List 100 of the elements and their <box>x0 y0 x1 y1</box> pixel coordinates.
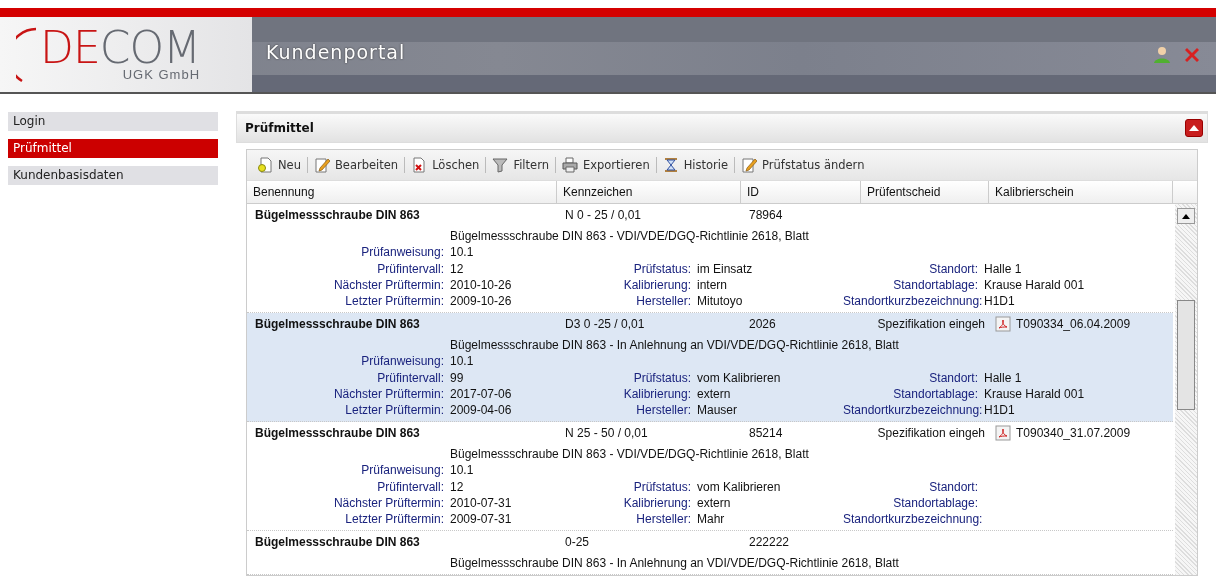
file-link[interactable]: T090340_31.07.2009 <box>1016 426 1131 440</box>
field-label: Nächster Prüftermin: <box>332 277 444 293</box>
toolbar-button[interactable]: Bearbeiten <box>309 157 403 173</box>
field-label: Prüfanweisung: <box>360 462 444 478</box>
field-value: 10.1 <box>450 462 475 478</box>
pdf-icon[interactable] <box>995 316 1011 332</box>
field-value: 12 <box>450 261 465 277</box>
table-cell-text: 85214 <box>748 426 784 440</box>
column-header[interactable]: Kennzeichen <box>557 181 741 203</box>
table-cell-text: Bügelmessschraube DIN 863 <box>254 426 421 440</box>
field-value: vom Kalibrieren <box>697 370 782 386</box>
field-label: Standortablage: <box>892 386 978 402</box>
field-value: 10.1 <box>450 353 475 369</box>
printer-icon <box>561 157 578 173</box>
scrollbar[interactable] <box>1175 204 1197 575</box>
brand-subtitle: UGK GmbH <box>122 67 200 82</box>
record-row[interactable] <box>247 422 1173 531</box>
field-label: Kalibrierung: <box>622 277 691 293</box>
pencil-document-icon <box>741 157 758 173</box>
sidebar-item[interactable]: Login <box>8 112 218 131</box>
table-cell-text: 222222 <box>748 535 791 549</box>
field-value: H1D1 <box>984 293 1016 309</box>
scroll-thumb[interactable] <box>1177 300 1195 410</box>
field-label: Hersteller: <box>635 293 691 309</box>
field-label: Letzter Prüftermin: <box>344 402 444 418</box>
field-value: 10.1 <box>450 244 475 260</box>
field-value: Krause Harald 001 <box>984 386 1086 402</box>
field-value: extern <box>697 386 732 402</box>
field-value: 12 <box>450 479 465 495</box>
toolbar-button[interactable]: Historie <box>658 157 733 173</box>
field-value: Mahr <box>697 511 726 527</box>
table-cell-text: Bügelmessschraube DIN 863 <box>254 535 421 549</box>
field-value: 99 <box>450 370 465 386</box>
column-header[interactable]: ID <box>741 181 861 203</box>
field-value: Halle 1 <box>984 370 1023 386</box>
table-cell-text: Spezifikation eingeh <box>876 317 986 331</box>
hourglass-icon <box>662 157 679 173</box>
caret-up-icon <box>1182 213 1190 219</box>
field-label: Standortablage: <box>892 277 978 293</box>
table-cell-text: Bügelmessschraube DIN 863 <box>254 317 421 331</box>
pdf-icon[interactable] <box>995 425 1011 441</box>
toolbar-button[interactable]: Prüfstatus ändern <box>737 157 869 173</box>
table-cell-text: D3 0 -25 / 0,01 <box>564 317 646 331</box>
field-label: Hersteller: <box>635 402 691 418</box>
field-label: Standortablage: <box>892 495 978 511</box>
field-label: Letzter Prüftermin: <box>344 293 444 309</box>
field-label: Kalibrierung: <box>622 495 691 511</box>
sidebar-item[interactable]: Kundenbasisdaten <box>8 166 218 185</box>
field-label: Kalibrierung: <box>622 386 691 402</box>
new-document-icon <box>257 157 273 173</box>
arc-icon <box>16 25 38 84</box>
record-row[interactable] <box>247 313 1173 422</box>
table-cell-text: 78964 <box>748 208 784 222</box>
record-row[interactable]: Bügelmessschraube DIN 863 0-25 222222 Bügelmessschraube DIN 863 - In Anlehnung an VDI/VDE/DGQ-Richtlinie 2618, Blatt <box>247 531 1173 575</box>
field-value: Mitutoyo <box>697 293 744 309</box>
field-label: Nächster Prüftermin: <box>332 386 444 402</box>
field-label: Prüfanweisung: <box>360 353 444 369</box>
collapse-button[interactable] <box>1185 119 1203 137</box>
toolbar-button[interactable]: Löschen <box>407 157 484 173</box>
field-label: Standort: <box>928 261 978 277</box>
field-value: extern <box>697 495 732 511</box>
delete-document-icon <box>411 157 428 173</box>
table-cell-text: 2026 <box>748 317 777 331</box>
column-header[interactable]: Benennung <box>247 181 557 203</box>
toolbar-button[interactable]: Exportieren <box>557 157 654 173</box>
table-cell-text: Spezifikation eingeh <box>876 426 986 440</box>
column-header[interactable]: Prüfentscheid <box>861 181 989 203</box>
table-cell-text: N 0 - 25 / 0,01 <box>564 208 643 222</box>
file-link[interactable]: T090334_06.04.2009 <box>1016 317 1131 331</box>
table-cell-text: Bügelmessschraube DIN 863 <box>254 208 421 222</box>
field-value: vom Kalibrieren <box>697 479 782 495</box>
scroll-up-button[interactable] <box>1177 208 1195 224</box>
brand-name: DECOM <box>40 27 200 68</box>
field-value: intern <box>697 277 729 293</box>
sidebar-item[interactable]: Prüfmittel <box>8 139 218 158</box>
field-value: 2009-04-06 <box>450 402 513 418</box>
portal-title: Kundenportal <box>266 40 407 63</box>
field-value: 2010-10-26 <box>450 277 513 293</box>
toolbar-button[interactable]: Neu <box>253 157 305 173</box>
field-label: Hersteller: <box>635 511 691 527</box>
description-text: Bügelmessschraube DIN 863 - VDI/VDE/DGQ-Richtlinie 2618, Blatt <box>450 228 810 244</box>
field-label: Letzter Prüftermin: <box>344 511 444 527</box>
field-label: Prüfstatus: <box>632 370 691 386</box>
description-text: Bügelmessschraube DIN 863 - In Anlehnung an VDI/VDE/DGQ-Richtlinie 2618, Blatt <box>450 555 900 571</box>
description-text: Bügelmessschraube DIN 863 - VDI/VDE/DGQ-Richtlinie 2618, Blatt <box>450 446 810 462</box>
field-label: Prüfstatus: <box>632 261 691 277</box>
field-value: 2009-07-31 <box>450 511 513 527</box>
field-value: 2017-07-06 <box>450 386 513 402</box>
field-value: im Einsatz <box>697 261 754 277</box>
field-value: Mauser <box>697 402 738 418</box>
column-header[interactable]: Kalibrierschein <box>989 181 1173 203</box>
field-label: Nächster Prüftermin: <box>332 495 444 511</box>
field-value: Krause Harald 001 <box>984 277 1086 293</box>
field-value: Halle 1 <box>984 261 1023 277</box>
field-label: Standort: <box>928 370 978 386</box>
funnel-icon <box>492 157 509 173</box>
table-cell-text: N 25 - 50 / 0,01 <box>564 426 649 440</box>
toolbar-button[interactable]: Filtern <box>488 157 553 173</box>
user-icon[interactable] <box>1152 44 1172 65</box>
pencil-document-icon <box>313 157 330 173</box>
